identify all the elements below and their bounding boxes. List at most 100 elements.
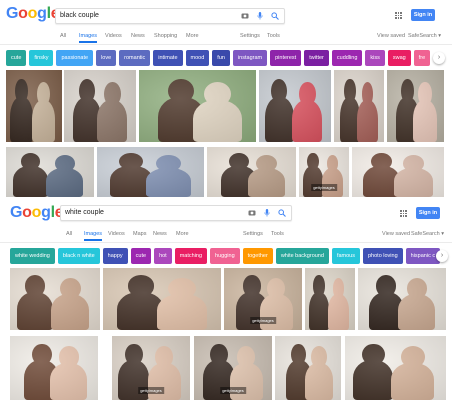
image-result-thumbnail[interactable]	[6, 147, 94, 197]
image-result-thumbnail[interactable]	[387, 70, 444, 142]
tab-tools[interactable]: Tools	[267, 33, 280, 39]
image-result-thumbnail[interactable]: gettyimages	[194, 336, 272, 400]
image-result-thumbnail[interactable]	[10, 336, 98, 400]
photo-figure	[117, 291, 165, 330]
image-result-thumbnail[interactable]: gettyimages	[299, 147, 349, 197]
photo-figure	[147, 362, 181, 400]
related-chip[interactable]: photo loving	[362, 248, 403, 264]
safesearch-toggle[interactable]: SafeSearch ▾	[408, 33, 441, 39]
related-chip[interactable]: hispanic c	[405, 248, 441, 264]
search-box[interactable]: black couple	[55, 8, 285, 24]
image-result-thumbnail[interactable]	[10, 268, 100, 330]
apps-grid-icon[interactable]	[395, 12, 402, 19]
tab-all[interactable]: All	[66, 231, 72, 237]
search-icon[interactable]	[270, 12, 280, 22]
related-chip[interactable]: white wedding	[10, 248, 55, 264]
tab-shopping[interactable]: Shopping	[154, 33, 177, 39]
related-chip[interactable]: white background	[275, 248, 329, 264]
related-chip[interactable]: hot	[154, 248, 172, 264]
search-icon[interactable]	[277, 209, 287, 219]
sign-in-button[interactable]: Sign in	[416, 207, 440, 219]
photo-head	[376, 275, 396, 297]
image-result-thumbnail[interactable]	[352, 147, 444, 197]
tab-maps[interactable]: Maps	[133, 231, 146, 237]
tab-settings[interactable]: Settings	[240, 33, 260, 39]
related-chip[interactable]: matching	[174, 248, 208, 264]
microphone-icon[interactable]	[255, 12, 265, 22]
related-chip[interactable]: finsky	[29, 50, 54, 66]
related-chip[interactable]: fun	[212, 50, 230, 66]
view-saved-link[interactable]: View saved	[382, 231, 410, 237]
tab-more[interactable]: More	[176, 231, 189, 237]
sign-in-button[interactable]: Sign in	[411, 9, 435, 21]
google-logo[interactable]: Google	[6, 5, 60, 23]
microphone-icon[interactable]	[262, 209, 272, 219]
photo-head	[267, 277, 286, 299]
related-chip[interactable]: together	[242, 248, 273, 264]
related-chips-bar: cute finsky passionate love romantic intimate…	[6, 50, 431, 66]
related-chip[interactable]: instagram	[232, 50, 268, 66]
image-result-thumbnail[interactable]	[97, 147, 204, 197]
tab-videos[interactable]: Videos	[105, 33, 122, 39]
photo-head	[125, 343, 143, 366]
image-result-thumbnail[interactable]: gettyimages	[112, 336, 190, 400]
tab-tools[interactable]: Tools	[271, 231, 284, 237]
search-tabs: All Images Videos Maps News More Setting…	[0, 229, 452, 241]
related-chip[interactable]: romantic	[119, 50, 151, 66]
search-input[interactable]: white couple	[65, 209, 104, 216]
photo-figure	[46, 168, 84, 197]
related-chip[interactable]: happy	[102, 248, 128, 264]
image-result-thumbnail[interactable]	[358, 268, 446, 330]
tab-images[interactable]: Images	[84, 231, 103, 241]
tab-news[interactable]: News	[153, 231, 167, 237]
image-result-thumbnail[interactable]	[334, 70, 384, 142]
related-chip[interactable]: fre	[413, 50, 431, 66]
photo-figure	[322, 168, 343, 197]
related-chip[interactable]: mood	[185, 50, 210, 66]
related-chip[interactable]: love	[96, 50, 117, 66]
related-chip[interactable]: intimate	[153, 50, 183, 66]
tab-settings[interactable]: Settings	[243, 231, 263, 237]
related-chip[interactable]: pinterest	[270, 50, 302, 66]
related-chip[interactable]: twitter	[304, 50, 329, 66]
related-chip[interactable]: cuddling	[331, 50, 363, 66]
related-chip[interactable]: swag	[387, 50, 411, 66]
image-result-thumbnail[interactable]	[64, 70, 136, 142]
chevron-right-icon[interactable]: ›	[436, 250, 448, 262]
tab-more[interactable]: More	[186, 33, 199, 39]
photo-figure	[192, 100, 242, 142]
image-result-thumbnail[interactable]	[275, 336, 341, 400]
image-result-thumbnail[interactable]	[103, 268, 221, 330]
tab-images[interactable]: Images	[79, 33, 98, 43]
related-chip[interactable]: passionate	[56, 50, 94, 66]
view-saved-link[interactable]: View saved	[377, 33, 405, 39]
image-result-thumbnail[interactable]	[345, 336, 446, 400]
camera-icon[interactable]	[247, 209, 257, 219]
tab-all[interactable]: All	[60, 33, 66, 39]
search-box[interactable]: white couple	[60, 205, 292, 221]
chevron-right-icon[interactable]: ›	[433, 52, 445, 64]
search-input[interactable]: black couple	[60, 12, 99, 19]
image-result-thumbnail[interactable]	[139, 70, 256, 142]
camera-icon[interactable]	[240, 12, 250, 22]
tab-news[interactable]: News	[131, 33, 145, 39]
safesearch-toggle[interactable]: SafeSearch ▾	[411, 231, 444, 237]
photo-head	[326, 155, 339, 172]
image-result-thumbnail[interactable]	[305, 268, 355, 330]
tab-videos[interactable]: Videos	[108, 231, 125, 237]
google-logo[interactable]: Google	[10, 204, 64, 222]
photo-head	[402, 155, 425, 172]
related-chip[interactable]: hugging	[210, 248, 240, 264]
image-result-thumbnail[interactable]	[6, 70, 62, 142]
related-chip[interactable]: cute	[130, 248, 152, 264]
photo-head	[156, 155, 182, 172]
apps-grid-icon[interactable]	[400, 210, 407, 217]
related-chip[interactable]: black n white	[57, 248, 100, 264]
related-chip[interactable]: cute	[6, 50, 27, 66]
related-chip[interactable]: famous	[331, 248, 360, 264]
photo-figure	[340, 97, 360, 142]
image-result-thumbnail[interactable]	[259, 70, 331, 142]
related-chip[interactable]: kiss	[365, 50, 385, 66]
image-result-thumbnail[interactable]	[207, 147, 296, 197]
image-result-thumbnail[interactable]: gettyimages	[224, 268, 302, 330]
